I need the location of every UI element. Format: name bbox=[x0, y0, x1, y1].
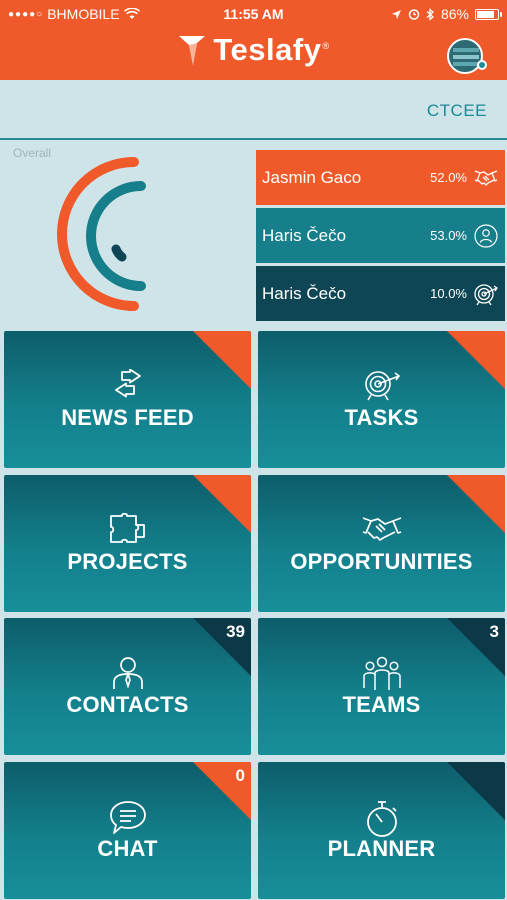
company-selector[interactable]: CTCEE bbox=[427, 101, 487, 121]
tile-label: NEWS FEED bbox=[61, 405, 194, 430]
stat-name: Haris Čečo bbox=[262, 225, 347, 245]
arrows-icon bbox=[114, 369, 141, 398]
tile-label: PLANNER bbox=[327, 836, 436, 861]
stat-percent: 10.0% bbox=[430, 286, 467, 301]
tile-label: CHAT bbox=[97, 836, 158, 861]
overall-stats: Jasmin Gaco 52.0% Haris Čečo 53.0% Haris… bbox=[256, 150, 505, 324]
stat-name: Jasmin Gaco bbox=[262, 167, 362, 187]
target-icon bbox=[364, 371, 400, 401]
battery-percent: 86% bbox=[440, 6, 469, 22]
tile-news-feed[interactable]: NEWS FEED bbox=[4, 331, 251, 468]
chat-icon bbox=[109, 801, 146, 834]
teslafy-logo-icon bbox=[179, 36, 206, 65]
tile-label: CONTACTS bbox=[66, 692, 189, 717]
tile-tasks[interactable]: TASKS bbox=[258, 331, 505, 468]
stat-name: Haris Čečo bbox=[262, 283, 347, 303]
tile-contacts[interactable]: 39 CONTACTS bbox=[4, 618, 251, 755]
puzzle-icon bbox=[109, 513, 145, 543]
stat-percent: 52.0% bbox=[430, 170, 467, 185]
tile-label: TASKS bbox=[344, 405, 419, 430]
person-icon bbox=[112, 657, 143, 689]
target-icon bbox=[473, 281, 499, 307]
handshake-icon bbox=[473, 165, 499, 191]
stat-row[interactable]: Haris Čečo 10.0% bbox=[256, 266, 505, 321]
tile-projects[interactable]: PROJECTS bbox=[4, 475, 251, 612]
stopwatch-icon bbox=[366, 801, 397, 837]
overall-gauge bbox=[57, 157, 146, 311]
person-icon bbox=[473, 223, 499, 249]
team-icon bbox=[362, 656, 401, 690]
status-bar: ●●●●○ BHMOBILE 11:55 AM 86% bbox=[0, 0, 507, 28]
handshake-icon bbox=[362, 517, 401, 541]
tile-teams[interactable]: 3 TEAMS bbox=[258, 618, 505, 755]
tile-label: OPPORTUNITIES bbox=[290, 549, 473, 574]
bluetooth-icon bbox=[426, 7, 434, 21]
company-row: CTCEE bbox=[0, 80, 507, 140]
brand-registered-mark: ® bbox=[322, 40, 330, 51]
tile-opportunities[interactable]: OPPORTUNITIES bbox=[258, 475, 505, 612]
avatar-status-dot bbox=[477, 60, 487, 70]
tile-planner[interactable]: PLANNER bbox=[258, 762, 505, 899]
app-header: ●●●●○ BHMOBILE 11:55 AM 86% Teslafy® bbox=[0, 0, 507, 80]
brand-logo: Teslafy® bbox=[0, 30, 507, 70]
contacts-count-badge: 39 bbox=[226, 622, 245, 641]
location-icon bbox=[391, 9, 401, 19]
tile-chat[interactable]: 0 CHAT bbox=[4, 762, 251, 899]
tile-label: TEAMS bbox=[342, 692, 421, 717]
chat-count-badge: 0 bbox=[235, 766, 245, 785]
stat-row[interactable]: Jasmin Gaco 52.0% bbox=[256, 150, 505, 205]
brand-name: Teslafy bbox=[213, 32, 322, 67]
stat-row[interactable]: Haris Čečo 53.0% bbox=[256, 208, 505, 263]
teams-count-badge: 3 bbox=[489, 622, 499, 641]
tile-label: PROJECTS bbox=[67, 549, 188, 574]
stat-percent: 53.0% bbox=[430, 228, 467, 243]
alarm-icon bbox=[408, 9, 420, 20]
battery-icon bbox=[475, 8, 502, 20]
